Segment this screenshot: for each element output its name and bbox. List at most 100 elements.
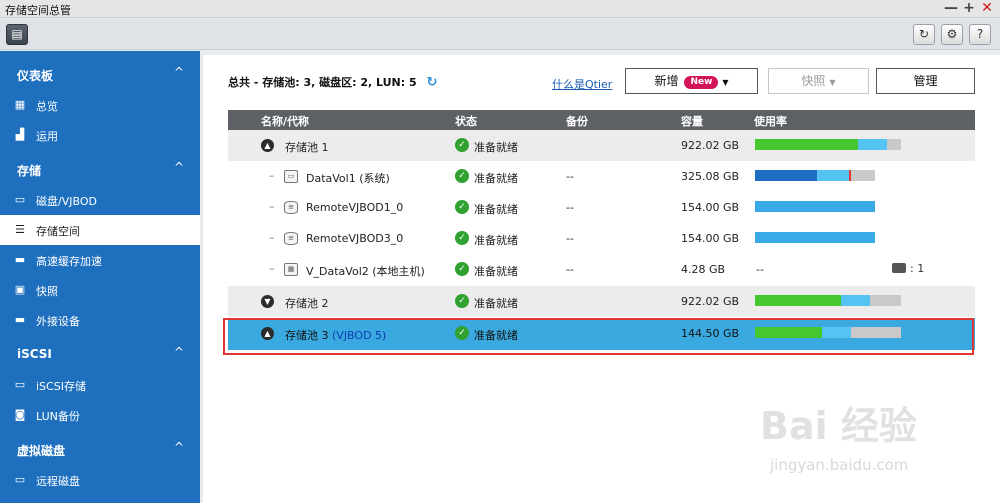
overview-icon: ▦ [14,98,26,111]
usage-bar-used [755,170,817,181]
table-row[interactable]: ▼ 存储池 2 ✓ 准备就绪 922.02 GB [228,286,975,317]
sidebar-section-virtual-disk[interactable]: 虚拟磁盘 ^ [0,434,200,464]
usage-bar [755,201,875,212]
refresh-icon[interactable]: ↻ [913,24,935,45]
row-backup: -- [566,263,574,276]
disk-icon: ▭ [14,193,26,206]
table-row[interactable]: – ≡ RemoteVJBOD1_0 ✓ 准备就绪 -- 154.00 GB [228,192,975,223]
gear-icon[interactable]: ⚙ [941,24,963,45]
sidebar-item-label: 外接设备 [36,315,80,328]
layout-toggle-icon[interactable]: ▤ [6,24,28,45]
row-capacity: 325.08 GB [681,170,740,183]
table-row[interactable]: – ▦ V_DataVol2 (本地主机) ✓ 准备就绪 -- 4.28 GB … [228,254,975,285]
sidebar-item-storage-space[interactable]: ☰ 存储空间 [0,215,200,245]
minimize-button[interactable]: — [944,0,958,16]
sidebar-item-disks[interactable]: ▭ 磁盘/VJBOD [0,185,200,215]
row-name: 存储池 2 [285,297,329,310]
maximize-button[interactable]: + [962,0,976,16]
snapshot-button[interactable]: 快照 ▼ [768,68,869,94]
window-title: 存储空间总管 [5,4,71,17]
chevron-up-icon[interactable]: ^ [174,440,184,454]
sidebar-item-label: 运用 [36,130,58,143]
row-status: 准备就绪 [474,141,518,154]
collapse-icon[interactable]: ▲ [261,139,274,152]
snapshot-count[interactable]: : 1 [892,262,924,275]
tree-dash: – [269,169,275,182]
sidebar-section-storage[interactable]: 存储 ^ [0,154,200,184]
table-header: 名称/代称 状态 备份 容量 使用率 [228,110,975,130]
backup-icon: ◙ [14,408,26,421]
sidebar-section-dashboard[interactable]: 仪表板 ^ [0,59,200,89]
new-button-label: 新增 [654,74,679,88]
sidebar-item-overview[interactable]: ▦ 总览 [0,90,200,120]
iscsi-icon: ▭ [14,378,26,391]
sidebar-item-iscsi-storage[interactable]: ▭ iSCSI存储 [0,370,200,400]
chevron-up-icon[interactable]: ^ [174,65,184,79]
new-button[interactable]: 新增 New ▼ [625,68,758,94]
usage-bar-snapshot [817,170,849,181]
row-backup: -- [566,170,574,183]
expand-icon[interactable]: ▼ [261,295,274,308]
sidebar-item-snapshot[interactable]: ▣ 快照 [0,275,200,305]
usage-bar-allocated [858,139,887,150]
row-capacity: 922.02 GB [681,295,740,308]
sidebar-item-label: 快照 [36,285,58,298]
row-name: V_DataVol2 (本地主机) [306,265,425,278]
sidebar-item-external-devices[interactable]: ▬ 外接设备 [0,305,200,335]
sidebar: 仪表板 ^ ▦ 总览 ▟ 运用 存储 ^ ▭ 磁盘/VJBOD ☰ 存储空间 ▬… [0,51,200,503]
highlight-box [223,318,974,355]
col-capacity[interactable]: 容量 [681,113,703,129]
col-status[interactable]: 状态 [455,113,477,129]
usage-bar [755,139,901,150]
database-icon: ≡ [284,232,298,245]
sidebar-item-label: 总览 [36,100,58,113]
chevron-up-icon[interactable]: ^ [174,160,184,174]
sidebar-section-iscsi[interactable]: iSCSI ^ [0,339,200,369]
row-capacity: 154.00 GB [681,232,740,245]
col-backup[interactable]: 备份 [566,113,588,129]
sidebar-item-label: 磁盘/VJBOD [36,195,97,208]
usage-bar-used [755,201,875,212]
caret-down-icon: ▼ [829,78,836,87]
usage-bar-allocated [841,295,870,306]
col-name[interactable]: 名称/代称 [261,113,309,129]
sidebar-item-label: 存储空间 [36,225,80,238]
close-button[interactable]: ✕ [980,0,994,16]
new-badge: New [684,76,719,89]
check-icon: ✓ [455,294,469,308]
sidebar-item-label: 远程磁盘 [36,475,80,488]
tree-dash: – [269,231,275,244]
sidebar-item-remote-disk[interactable]: ▭ 远程磁盘 [0,465,200,495]
tree-dash: – [269,200,275,213]
qtier-link[interactable]: 什么是Qtier [552,76,612,92]
table-row[interactable]: – ▭ DataVol1 (系统) ✓ 准备就绪 -- 325.08 GB [228,161,975,192]
sidebar-item-label: LUN备份 [36,410,80,423]
toolbar: ▤ ↻ ⚙ ? [0,19,1000,50]
usage-bar-threshold [849,170,851,181]
section-label: 存储 [17,164,42,178]
row-backup: -- [566,201,574,214]
section-label: iSCSI [17,347,52,361]
chevron-up-icon[interactable]: ^ [174,345,184,359]
row-capacity: 4.28 GB [681,263,726,276]
refresh-icon[interactable]: ↻ [427,75,438,90]
col-usage[interactable]: 使用率 [754,113,787,129]
row-name: RemoteVJBOD1_0 [306,201,404,214]
sidebar-item-cache-acceleration[interactable]: ▬ 高速缓存加速 [0,245,200,275]
sidebar-item-lun-backup[interactable]: ◙ LUN备份 [0,400,200,430]
check-icon: ✓ [455,138,469,152]
table-row[interactable]: – ≡ RemoteVJBOD3_0 ✓ 准备就绪 -- 154.00 GB [228,223,975,254]
snapshot-button-label: 快照 [801,74,826,88]
check-icon: ✓ [455,231,469,245]
cache-icon: ▬ [14,253,26,266]
row-backup: -- [566,232,574,245]
manage-button[interactable]: 管理 [876,68,975,94]
table-row[interactable]: ▲ 存储池 1 ✓ 准备就绪 922.02 GB [228,130,975,161]
row-status: 准备就绪 [474,172,518,185]
row-status: 准备就绪 [474,265,518,278]
external-device-icon: ▬ [14,313,26,326]
check-icon: ✓ [455,169,469,183]
help-button[interactable]: ? [969,24,991,45]
sidebar-item-usage[interactable]: ▟ 运用 [0,120,200,150]
usage-bar-used [755,295,841,306]
